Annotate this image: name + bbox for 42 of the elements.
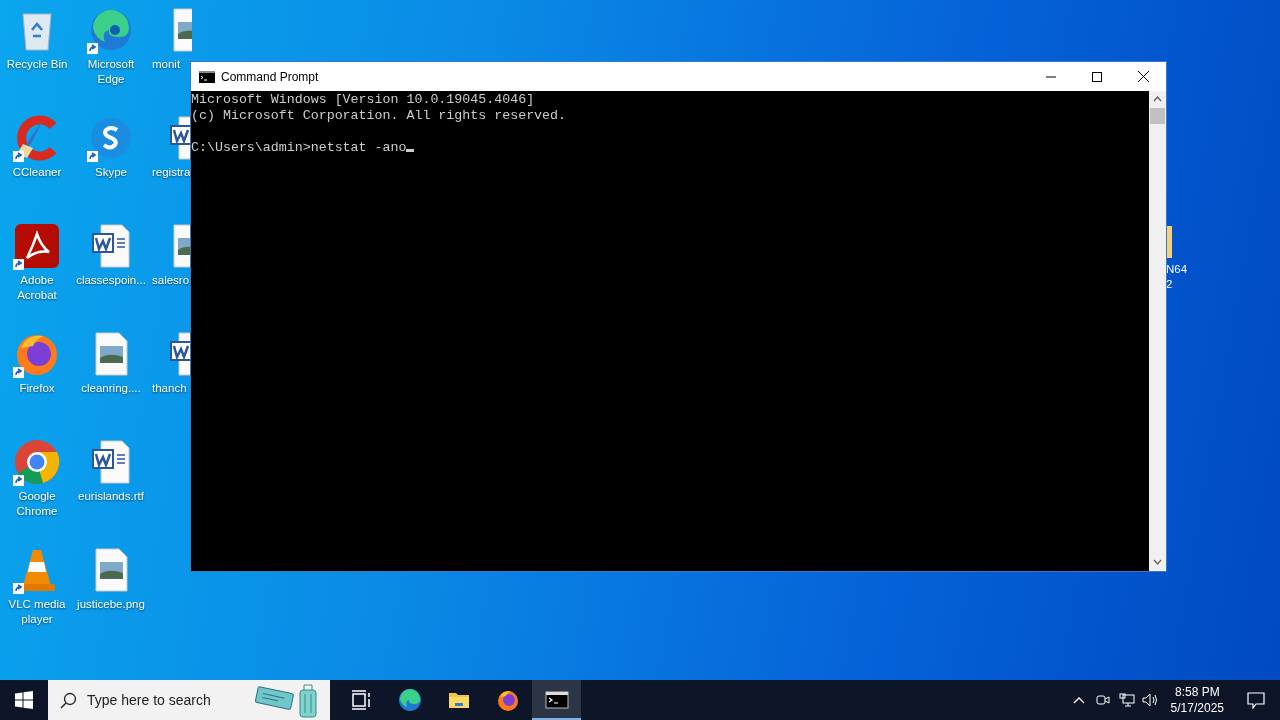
clock-date: 5/17/2025: [1170, 700, 1224, 716]
acrobat-icon: [13, 222, 61, 270]
desktop-icon-label[interactable]: Microsoft Edge: [74, 57, 148, 87]
clock-time: 8:58 PM: [1174, 684, 1220, 700]
taskbar-app-button[interactable]: [532, 680, 581, 720]
minimize-icon: [1046, 75, 1056, 78]
console-line: (c) Microsoft Corporation. All rights reserved.: [191, 108, 568, 124]
desktop-icon-label[interactable]: Recycle Bin: [0, 57, 74, 72]
scrollbar-thumb[interactable]: [1150, 108, 1165, 124]
scrollbar[interactable]: [1149, 91, 1166, 571]
clock[interactable]: 8:58 PM 5/17/2025: [1162, 680, 1232, 720]
desktop-icon-label[interactable]: registra: [148, 165, 191, 180]
ticket-suitcase-icon: [254, 682, 320, 718]
desktop-icon-label[interactable]: VLC media player: [0, 597, 74, 627]
edge-icon: [397, 688, 422, 712]
chrome-icon: [13, 438, 61, 486]
close-icon: [1137, 71, 1149, 82]
search-field[interactable]: Type here to search: [85, 691, 239, 709]
desktop-icon-label[interactable]: Google Chrome: [0, 489, 74, 519]
console-line: Microsoft Windows [Version 10.0.19045.4046]: [191, 92, 536, 108]
windows-logo-icon: [15, 691, 33, 709]
desktop-icon-label[interactable]: eurislands.rtf: [74, 489, 148, 504]
notification-icon: [1247, 691, 1265, 709]
search-bar[interactable]: Type here to search: [48, 680, 330, 720]
maximize-icon: [1092, 71, 1102, 82]
command-prompt-icon: [199, 70, 215, 83]
firefox-icon: [495, 688, 520, 712]
desktop-icon-label[interactable]: justicebe.png: [74, 597, 148, 612]
desktop-icon-label[interactable]: CCleaner: [0, 165, 74, 180]
desktop-icon-label[interactable]: salesro: [148, 273, 190, 288]
desktop-icon-label[interactable]: N64 2: [1166, 262, 1192, 292]
desktop-icon-label[interactable]: thanch: [148, 381, 187, 396]
search-icon: [60, 691, 77, 709]
desktop-icon-label[interactable]: Skype: [74, 165, 148, 180]
desktop-icon-label[interactable]: cleanring....: [74, 381, 148, 396]
window-title: Command Prompt: [221, 69, 320, 84]
desktop-icon-label[interactable]: monit: [148, 57, 181, 72]
desktop-icon-label[interactable]: Firefox: [0, 381, 74, 396]
console-prompt-line: C:\Users\admin>netstat -ano: [191, 140, 1149, 156]
command-prompt-icon: [544, 688, 569, 712]
desktop-icon-label[interactable]: Adobe Acrobat: [0, 273, 74, 303]
desktop-icon-label[interactable]: classespoin...: [74, 273, 148, 288]
